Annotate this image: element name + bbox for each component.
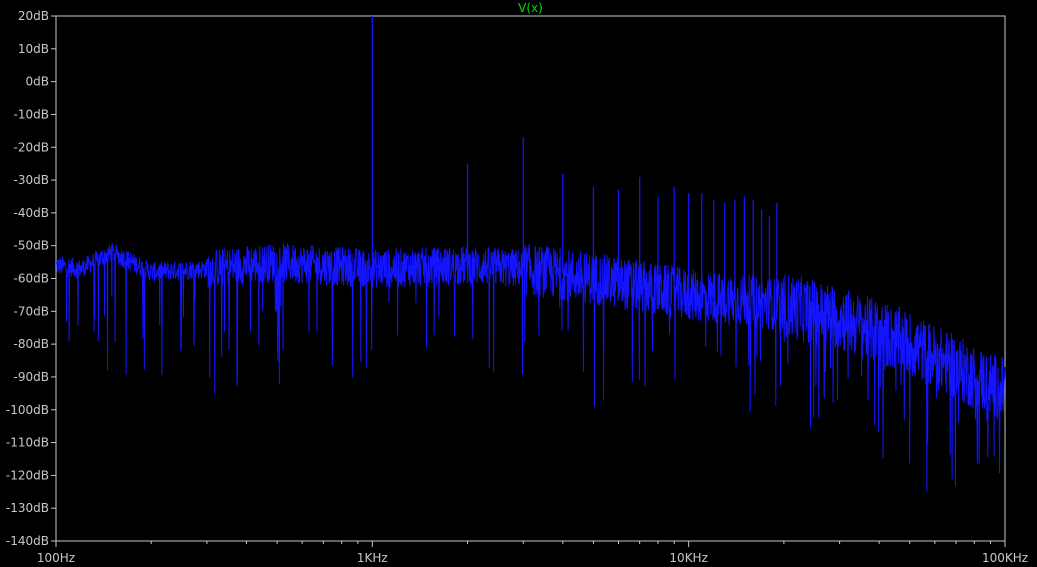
- x-tick-label: 10KHz: [669, 551, 707, 565]
- y-tick-label: 0dB: [26, 75, 49, 89]
- y-tick-label: 10dB: [18, 42, 49, 56]
- x-tick-label: 100KHz: [982, 551, 1028, 565]
- x-tick-label: 1KHz: [357, 551, 388, 565]
- y-tick-label: -50dB: [14, 239, 49, 253]
- series-layer: [55, 16, 1006, 492]
- y-tick-label: -60dB: [14, 272, 49, 286]
- y-tick-label: -110dB: [6, 436, 49, 450]
- y-tick-label: -140dB: [6, 534, 49, 548]
- y-tick-label: -130dB: [6, 501, 49, 515]
- x-tick-label: 100Hz: [37, 551, 75, 565]
- y-tick-label: -70dB: [14, 304, 49, 318]
- chart-title: V(x): [518, 1, 543, 15]
- y-tick-label: -90dB: [14, 370, 49, 384]
- y-tick-label: -80dB: [14, 337, 49, 351]
- y-tick-label: 20dB: [18, 9, 49, 23]
- y-tick-label: -100dB: [6, 403, 49, 417]
- y-tick-label: -20dB: [14, 140, 49, 154]
- series-line: [55, 242, 1006, 492]
- y-tick-label: -120dB: [6, 468, 49, 482]
- y-tick-label: -30dB: [14, 173, 49, 187]
- spectrum-plot: V(x) 20dB 10dB 0dB -10dB -20dB -30dB -40dB -50d…: [6, 1, 1028, 565]
- y-tick-label: -10dB: [14, 107, 49, 121]
- y-tick-label: -40dB: [14, 206, 49, 220]
